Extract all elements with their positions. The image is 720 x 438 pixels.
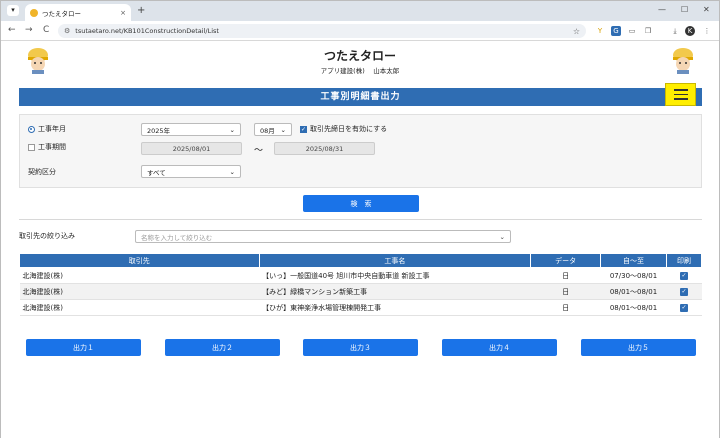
client-filter-placeholder: 名称を入力して絞り込む: [141, 233, 213, 242]
date-to-input[interactable]: 2025/08/31: [274, 142, 375, 155]
radio-work-period-label: 工事期間: [38, 143, 66, 151]
radio-selected-icon: [28, 125, 35, 133]
contract-type-select[interactable]: すべて ⌄: [141, 165, 241, 178]
month-select-value: 08月: [260, 126, 275, 135]
output-5-button[interactable]: 出力５: [581, 339, 696, 356]
table-header-row: 取引先 工事名 データ 自〜至 印刷: [19, 253, 702, 268]
extension-icon-1[interactable]: Y: [595, 26, 605, 36]
narrow-label: 取引先の絞り込み: [19, 232, 75, 240]
bookmark-star-icon[interactable]: ☆: [573, 27, 580, 36]
cell-name: 【ひが】東神楽浄水場管理棟開発工事: [259, 299, 531, 316]
reload-button[interactable]: C: [43, 25, 49, 35]
closing-date-checkbox-label: 取引先締日を有効にする: [310, 125, 388, 133]
address-bar-row: ← → C ⚙ tsutaetaro.net/KB101Construction…: [1, 21, 719, 41]
mascot-right-icon: [673, 48, 693, 74]
tab-search-button[interactable]: ▾: [7, 5, 19, 16]
construction-table: 取引先 工事名 データ 自〜至 印刷 北海建設(株) 【いっ】一般国道40号 旭…: [19, 253, 702, 316]
col-print: 印刷: [666, 253, 702, 268]
print-checkbox[interactable]: ✓: [680, 304, 688, 312]
hamburger-menu-button[interactable]: [665, 83, 696, 106]
chevron-down-icon: ⌄: [499, 232, 505, 241]
tab-bar: ▾ つたえタロー × + — ☐ ✕: [1, 1, 719, 21]
col-data: データ: [530, 253, 602, 268]
page-content: つたえタロー アプリ建設(株) 山本太郎 工事別明細書出力 工事年月 工事期間 …: [1, 42, 719, 438]
cell-name: 【みど】緑橋マンション新築工事: [259, 283, 531, 300]
output-3-button[interactable]: 出力３: [303, 339, 418, 356]
divider: [19, 219, 702, 220]
url-text: tsutaetaro.net/KB101ConstructionDetail/L…: [75, 27, 219, 35]
table-row[interactable]: 北海建設(株) 【いっ】一般国道40号 旭川市中央自動車道 新設工事 日 07/…: [19, 267, 702, 284]
browser-tab[interactable]: つたえタロー ×: [25, 4, 131, 21]
cell-name: 【いっ】一般国道40号 旭川市中央自動車道 新設工事: [259, 267, 531, 284]
address-bar[interactable]: ⚙ tsutaetaro.net/KB101ConstructionDetail…: [58, 24, 586, 38]
year-select-value: 2025年: [147, 126, 171, 135]
cell-client: 北海建設(株): [19, 299, 260, 316]
tab-close-icon[interactable]: ×: [120, 9, 126, 17]
print-checkbox[interactable]: ✓: [680, 288, 688, 296]
browser-menu-icon[interactable]: ⋮: [702, 26, 712, 36]
favicon-icon: [30, 8, 38, 17]
date-range-tilde: 〜: [254, 146, 264, 156]
maximize-button[interactable]: ☐: [681, 5, 688, 14]
cell-range: 08/01〜08/01: [600, 283, 667, 300]
radio-work-month-label: 工事年月: [38, 125, 66, 133]
contract-type-value: すべて: [147, 168, 166, 177]
chevron-down-icon: ⌄: [229, 167, 235, 176]
client-filter-select[interactable]: 名称を入力して絞り込む ⌄: [135, 230, 511, 243]
year-select[interactable]: 2025年 ⌄: [141, 123, 241, 136]
radio-unselected-icon: [28, 143, 35, 151]
site-info-icon[interactable]: ⚙: [64, 27, 70, 35]
extensions-puzzle-icon[interactable]: ❒: [643, 26, 653, 36]
extension-icon-3[interactable]: ▭: [627, 26, 637, 36]
new-tab-button[interactable]: +: [137, 5, 145, 16]
cell-client: 北海建設(株): [19, 283, 260, 300]
chevron-down-icon: ⌄: [229, 125, 235, 134]
download-icon[interactable]: ⤓: [670, 26, 680, 36]
browser-window: ▾ つたえタロー × + — ☐ ✕ ← → C ⚙ tsutaetaro.ne…: [0, 0, 720, 438]
back-button[interactable]: ←: [8, 25, 16, 35]
cell-data: 日: [530, 283, 601, 300]
page-title-banner: 工事別明細書出力: [19, 88, 702, 106]
table-row[interactable]: 北海建設(株) 【みど】緑橋マンション新築工事 日 08/01〜08/01 ✓: [19, 283, 702, 300]
forward-button[interactable]: →: [25, 25, 33, 35]
output-1-button[interactable]: 出力１: [26, 339, 141, 356]
closing-date-checkbox[interactable]: ✓ 取引先締日を有効にする: [300, 124, 387, 134]
col-name: 工事名: [258, 253, 532, 268]
cell-data: 日: [530, 299, 601, 316]
search-button[interactable]: 検 索: [303, 195, 419, 212]
month-select[interactable]: 08月 ⌄: [254, 123, 292, 136]
radio-work-period[interactable]: 工事期間: [28, 142, 66, 152]
output-2-button[interactable]: 出力２: [165, 339, 280, 356]
filter-panel: 工事年月 工事期間 2025年 ⌄ 08月 ⌄ ✓ 取引先締日を有効にする 20…: [19, 114, 702, 188]
checkbox-checked-icon: ✓: [300, 125, 307, 133]
contract-type-label: 契約区分: [28, 168, 56, 176]
close-window-button[interactable]: ✕: [703, 5, 710, 14]
minimize-button[interactable]: —: [658, 5, 666, 14]
date-from-input[interactable]: 2025/08/01: [141, 142, 242, 155]
radio-work-month[interactable]: 工事年月: [28, 124, 66, 134]
cell-range: 07/30〜08/01: [600, 267, 667, 284]
col-range: 自〜至: [600, 253, 667, 268]
col-client: 取引先: [19, 253, 260, 268]
profile-avatar[interactable]: K: [685, 26, 695, 36]
tab-title: つたえタロー: [42, 9, 81, 18]
company-user-label: アプリ建設(株) 山本太郎: [320, 67, 400, 75]
print-checkbox[interactable]: ✓: [680, 272, 688, 280]
table-row[interactable]: 北海建設(株) 【ひが】東神楽浄水場管理棟開発工事 日 08/01〜08/01 …: [19, 299, 702, 316]
app-title: つたえタロー: [323, 49, 396, 63]
extension-icon-2[interactable]: G: [611, 26, 621, 36]
chevron-down-icon: ⌄: [280, 125, 286, 134]
output-4-button[interactable]: 出力４: [442, 339, 557, 356]
cell-range: 08/01〜08/01: [600, 299, 667, 316]
cell-data: 日: [530, 267, 601, 284]
cell-client: 北海建設(株): [19, 267, 260, 284]
